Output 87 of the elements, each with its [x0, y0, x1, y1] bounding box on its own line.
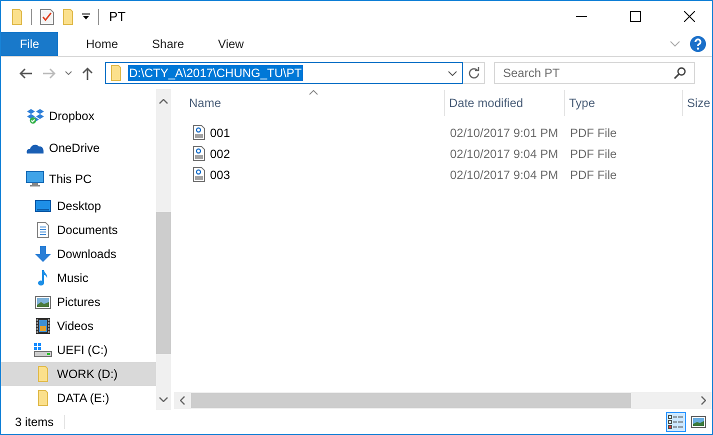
column-header[interactable]: Type: [564, 90, 682, 116]
nav-item-label: UEFI (C:): [57, 343, 108, 357]
nav-item-label: Downloads: [57, 247, 116, 261]
scroll-right-icon[interactable]: [701, 396, 706, 405]
column-header[interactable]: Name: [174, 90, 444, 116]
file-name[interactable]: 003: [210, 168, 230, 182]
folder-icon: [110, 65, 122, 81]
nav-item[interactable]: Documents: [1, 218, 156, 242]
date-modified-cell-text: 02/10/2017 9:04 PM: [449, 146, 560, 160]
nav-item[interactable]: This PC: [1, 164, 156, 194]
chevron-down-icon[interactable]: [448, 70, 457, 76]
help-icon[interactable]: [690, 36, 706, 52]
monitor-icon: [26, 171, 44, 187]
large-icons-view-icon: [690, 416, 706, 428]
picture-icon: [35, 296, 51, 308]
close-icon[interactable]: [684, 11, 694, 22]
nav-item-label: Desktop: [57, 199, 102, 213]
file-name[interactable]: 001: [210, 126, 230, 140]
nav-item[interactable]: Downloads: [1, 242, 156, 266]
nav-item[interactable]: Desktop: [1, 194, 156, 218]
nav-item[interactable]: Dropbox: [1, 100, 156, 132]
nav-item-label: Documents: [57, 223, 118, 237]
cloud-icon: [26, 142, 44, 154]
nav-item-label: Pictures: [57, 295, 100, 309]
folder-icon: [37, 366, 49, 382]
pdf-file-icon: [193, 146, 205, 161]
scrollbar-thumb[interactable]: [156, 212, 171, 354]
back-arrow-icon[interactable]: [18, 68, 32, 78]
sort-caret-icon: [309, 90, 318, 95]
ribbon-tab[interactable]: Share: [138, 32, 198, 56]
nav-item[interactable]: Pictures: [1, 290, 156, 314]
search-field[interactable]: Search PT: [494, 62, 695, 84]
details-view-button[interactable]: [666, 412, 686, 432]
column-header[interactable]: Date modified: [444, 90, 564, 116]
date-modified-cell-text: 02/10/2017 9:04 PM: [449, 168, 560, 182]
pdf-file-icon: [193, 125, 205, 140]
nav-item[interactable]: DATA (E:): [1, 386, 156, 410]
nav-item-label: WORK (D:): [57, 367, 118, 381]
file-menu-button[interactable]: File: [1, 32, 58, 56]
file-name[interactable]: 002: [210, 146, 230, 160]
drive-icon: [34, 343, 52, 357]
nav-item-label: This PC: [49, 172, 92, 186]
scroll-up-icon[interactable]: [159, 99, 168, 104]
ribbon-tab[interactable]: View: [204, 32, 258, 56]
scroll-down-icon[interactable]: [159, 397, 168, 402]
new-folder-icon: [62, 8, 74, 24]
nav-item[interactable]: WORK (D:): [1, 362, 156, 386]
file-type-cell-text: PDF File: [569, 168, 618, 182]
pdf-file-icon: [193, 167, 205, 182]
nav-item-label: Videos: [57, 319, 94, 333]
vertical-scrollbar[interactable]: [156, 89, 171, 410]
nav-item-label: DATA (E:): [57, 391, 110, 405]
film-icon: [36, 318, 50, 334]
nav-item[interactable]: OneDrive: [1, 132, 156, 164]
dropdown-caret-icon[interactable]: [82, 12, 90, 20]
nav-item[interactable]: Music: [1, 266, 156, 290]
refresh-button[interactable]: [463, 62, 485, 84]
window-title: PT: [109, 9, 126, 24]
refresh-icon: [468, 67, 480, 79]
nav-item[interactable]: UEFI (C:): [1, 338, 156, 362]
file-type-cell-text: PDF File: [569, 126, 618, 140]
folder-icon: [11, 8, 23, 24]
minimize-icon[interactable]: [576, 16, 586, 17]
download-arrow-icon: [35, 246, 51, 262]
horizontal-scrollbar[interactable]: [174, 392, 712, 409]
maximize-icon[interactable]: [630, 11, 640, 22]
column-header[interactable]: Size: [682, 90, 712, 116]
address-bar[interactable]: D:\CTY_A\2017\CHUNG_TU\PT: [105, 62, 463, 84]
scroll-left-icon[interactable]: [180, 396, 185, 405]
desktop-icon: [35, 200, 51, 212]
nav-item-label: Music: [57, 271, 88, 285]
nav-item-label: OneDrive: [49, 141, 100, 155]
scrollbar-thumb[interactable]: [191, 393, 631, 408]
music-note-icon: [38, 270, 48, 286]
folder-icon: [37, 390, 49, 406]
item-count: 3 items: [15, 415, 65, 429]
document-icon: [37, 222, 49, 238]
ribbon-tab[interactable]: Home: [72, 32, 132, 56]
date-modified-cell-text: 02/10/2017 9:01 PM: [449, 126, 560, 140]
nav-item[interactable]: Videos: [1, 314, 156, 338]
search-icon: [674, 67, 686, 79]
address-path: D:\CTY_A\2017\CHUNG_TU\PT: [128, 65, 303, 81]
details-view-icon: [668, 414, 684, 430]
dropbox-icon: [26, 108, 44, 124]
nav-item-label: Dropbox: [49, 109, 94, 123]
up-arrow-icon[interactable]: [82, 66, 92, 80]
file-type-cell-text: PDF File: [569, 146, 618, 160]
